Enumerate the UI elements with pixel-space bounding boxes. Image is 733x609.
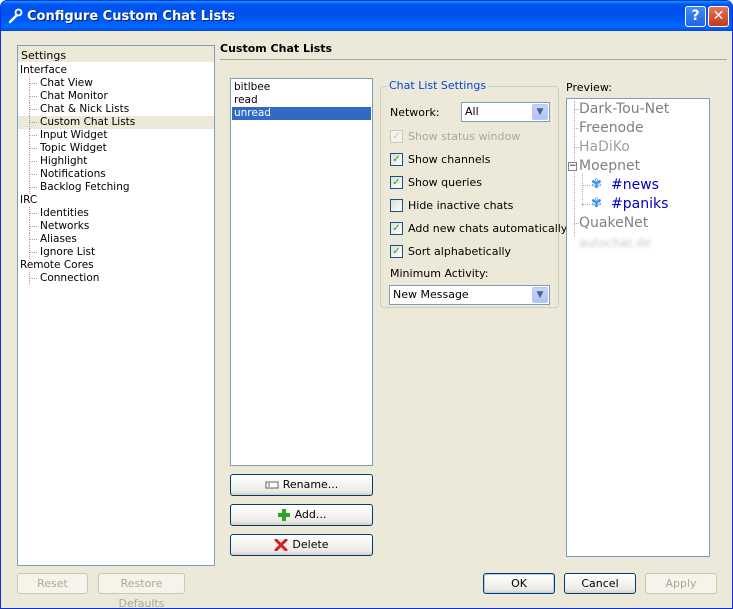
page-title: Custom Chat Lists: [220, 42, 333, 55]
checkbox-label: Show channels: [408, 153, 491, 166]
delete-x-icon: [274, 539, 288, 551]
preview-tree[interactable]: Dark-Tou-Net Freenode HaDiKo − Moepnet ✾…: [566, 98, 710, 557]
network-value: All: [465, 105, 479, 118]
restore-defaults-button[interactable]: Restore Defaults: [98, 573, 185, 608]
list-item-bitlbee[interactable]: bitlbee: [232, 81, 371, 94]
tree-guide: [582, 204, 590, 205]
network-select[interactable]: All ▼: [461, 102, 550, 122]
preview-network-moepnet[interactable]: Moepnet: [579, 158, 640, 174]
preview-network-hadiko[interactable]: HaDiKo: [579, 139, 630, 155]
tree-item-chat-view[interactable]: Chat View: [18, 77, 214, 90]
checkbox-label: Hide inactive chats: [408, 199, 514, 212]
tree-guide: [582, 173, 583, 206]
settings-tree-header[interactable]: Settings: [17, 45, 215, 63]
checkbox-box[interactable]: ✓: [390, 245, 403, 258]
apply-button[interactable]: Apply: [645, 573, 717, 594]
checkbox-label: Show queries: [408, 176, 482, 189]
help-button[interactable]: ?: [685, 6, 706, 27]
tree-item-connection[interactable]: Connection: [18, 272, 214, 285]
tree-item-identities[interactable]: Identities: [18, 207, 214, 220]
list-item-read[interactable]: read: [232, 94, 371, 107]
close-button[interactable]: ✕: [708, 6, 729, 27]
settings-tree[interactable]: Interface Chat View Chat Monitor Chat & …: [17, 62, 215, 566]
add-button[interactable]: Add...: [230, 504, 373, 526]
rename-icon: [265, 481, 279, 489]
tree-item-chat-nick-lists[interactable]: Chat & Nick Lists: [18, 103, 214, 116]
plus-icon: [277, 509, 290, 521]
title-bar[interactable]: Configure Custom Chat Lists ? ✕: [1, 1, 732, 31]
tree-item-aliases[interactable]: Aliases: [18, 233, 214, 246]
preview-network-freenode[interactable]: Freenode: [579, 120, 644, 136]
delete-button[interactable]: Delete: [230, 534, 373, 556]
preview-network-quakenet[interactable]: QuakeNet: [579, 215, 648, 231]
delete-label: Delete: [292, 538, 329, 551]
title-divider: [220, 59, 727, 60]
checkbox-label: Sort alphabetically: [408, 245, 512, 258]
tree-item-networks[interactable]: Networks: [18, 220, 214, 233]
tree-item-topic-widget[interactable]: Topic Widget: [18, 142, 214, 155]
tree-guide: [582, 185, 590, 186]
reset-button[interactable]: Reset: [17, 573, 88, 594]
tree-item-custom-chat-lists[interactable]: Custom Chat Lists: [18, 116, 214, 129]
checkbox-box[interactable]: ✓: [390, 176, 403, 189]
checkbox-box[interactable]: ✓: [390, 130, 403, 143]
tree-item-backlog-fetching[interactable]: Backlog Fetching: [18, 181, 214, 194]
preview-label: Preview:: [566, 81, 612, 94]
checkbox-box[interactable]: ✓: [390, 153, 403, 166]
checkbox-label: Show status window: [408, 130, 521, 143]
collapse-minus-icon[interactable]: −: [568, 162, 577, 171]
checkbox-label: Add new chats automatically: [408, 222, 568, 235]
tree-item-remote-cores[interactable]: Remote Cores: [18, 259, 214, 272]
wrench-icon: [8, 8, 23, 24]
window-title: Configure Custom Chat Lists: [27, 9, 236, 24]
tree-item-input-widget[interactable]: Input Widget: [18, 129, 214, 142]
tree-item-notifications[interactable]: Notifications: [18, 168, 214, 181]
minimum-activity-label: Minimum Activity:: [390, 267, 489, 280]
ok-button[interactable]: OK: [483, 573, 555, 594]
channel-icon: ✾: [591, 196, 602, 211]
rename-label: Rename...: [282, 478, 339, 491]
minimum-activity-value: New Message: [393, 288, 469, 301]
add-label: Add...: [294, 508, 327, 521]
chat-lists-listbox[interactable]: bitlbee read unread: [230, 78, 373, 466]
network-label: Network:: [390, 106, 440, 119]
preview-network-blurred[interactable]: autochat.de: [579, 236, 651, 250]
checkbox-box[interactable]: [390, 199, 403, 212]
configure-dialog: Configure Custom Chat Lists ? ✕ Settings…: [0, 0, 733, 609]
chevron-down-icon[interactable]: ▼: [532, 287, 548, 303]
list-item-unread[interactable]: unread: [232, 107, 371, 120]
tree-item-ignore-list[interactable]: Ignore List: [18, 246, 214, 259]
cancel-button[interactable]: Cancel: [564, 573, 636, 594]
checkbox-box[interactable]: ✓: [390, 222, 403, 235]
channel-icon: ✾: [591, 177, 602, 192]
rename-button[interactable]: Rename...: [230, 474, 373, 496]
preview-channel-paniks[interactable]: #paniks: [611, 196, 668, 212]
preview-network-dark-tou-net[interactable]: Dark-Tou-Net: [579, 101, 669, 117]
chat-list-settings-title: Chat List Settings: [387, 79, 489, 92]
minimum-activity-select[interactable]: New Message ▼: [389, 285, 550, 305]
tree-item-chat-monitor[interactable]: Chat Monitor: [18, 90, 214, 103]
tree-item-irc[interactable]: IRC: [18, 194, 214, 207]
tree-item-highlight[interactable]: Highlight: [18, 155, 214, 168]
preview-channel-news[interactable]: #news: [611, 177, 659, 193]
tree-item-interface[interactable]: Interface: [18, 64, 214, 77]
chevron-down-icon[interactable]: ▼: [532, 104, 548, 120]
